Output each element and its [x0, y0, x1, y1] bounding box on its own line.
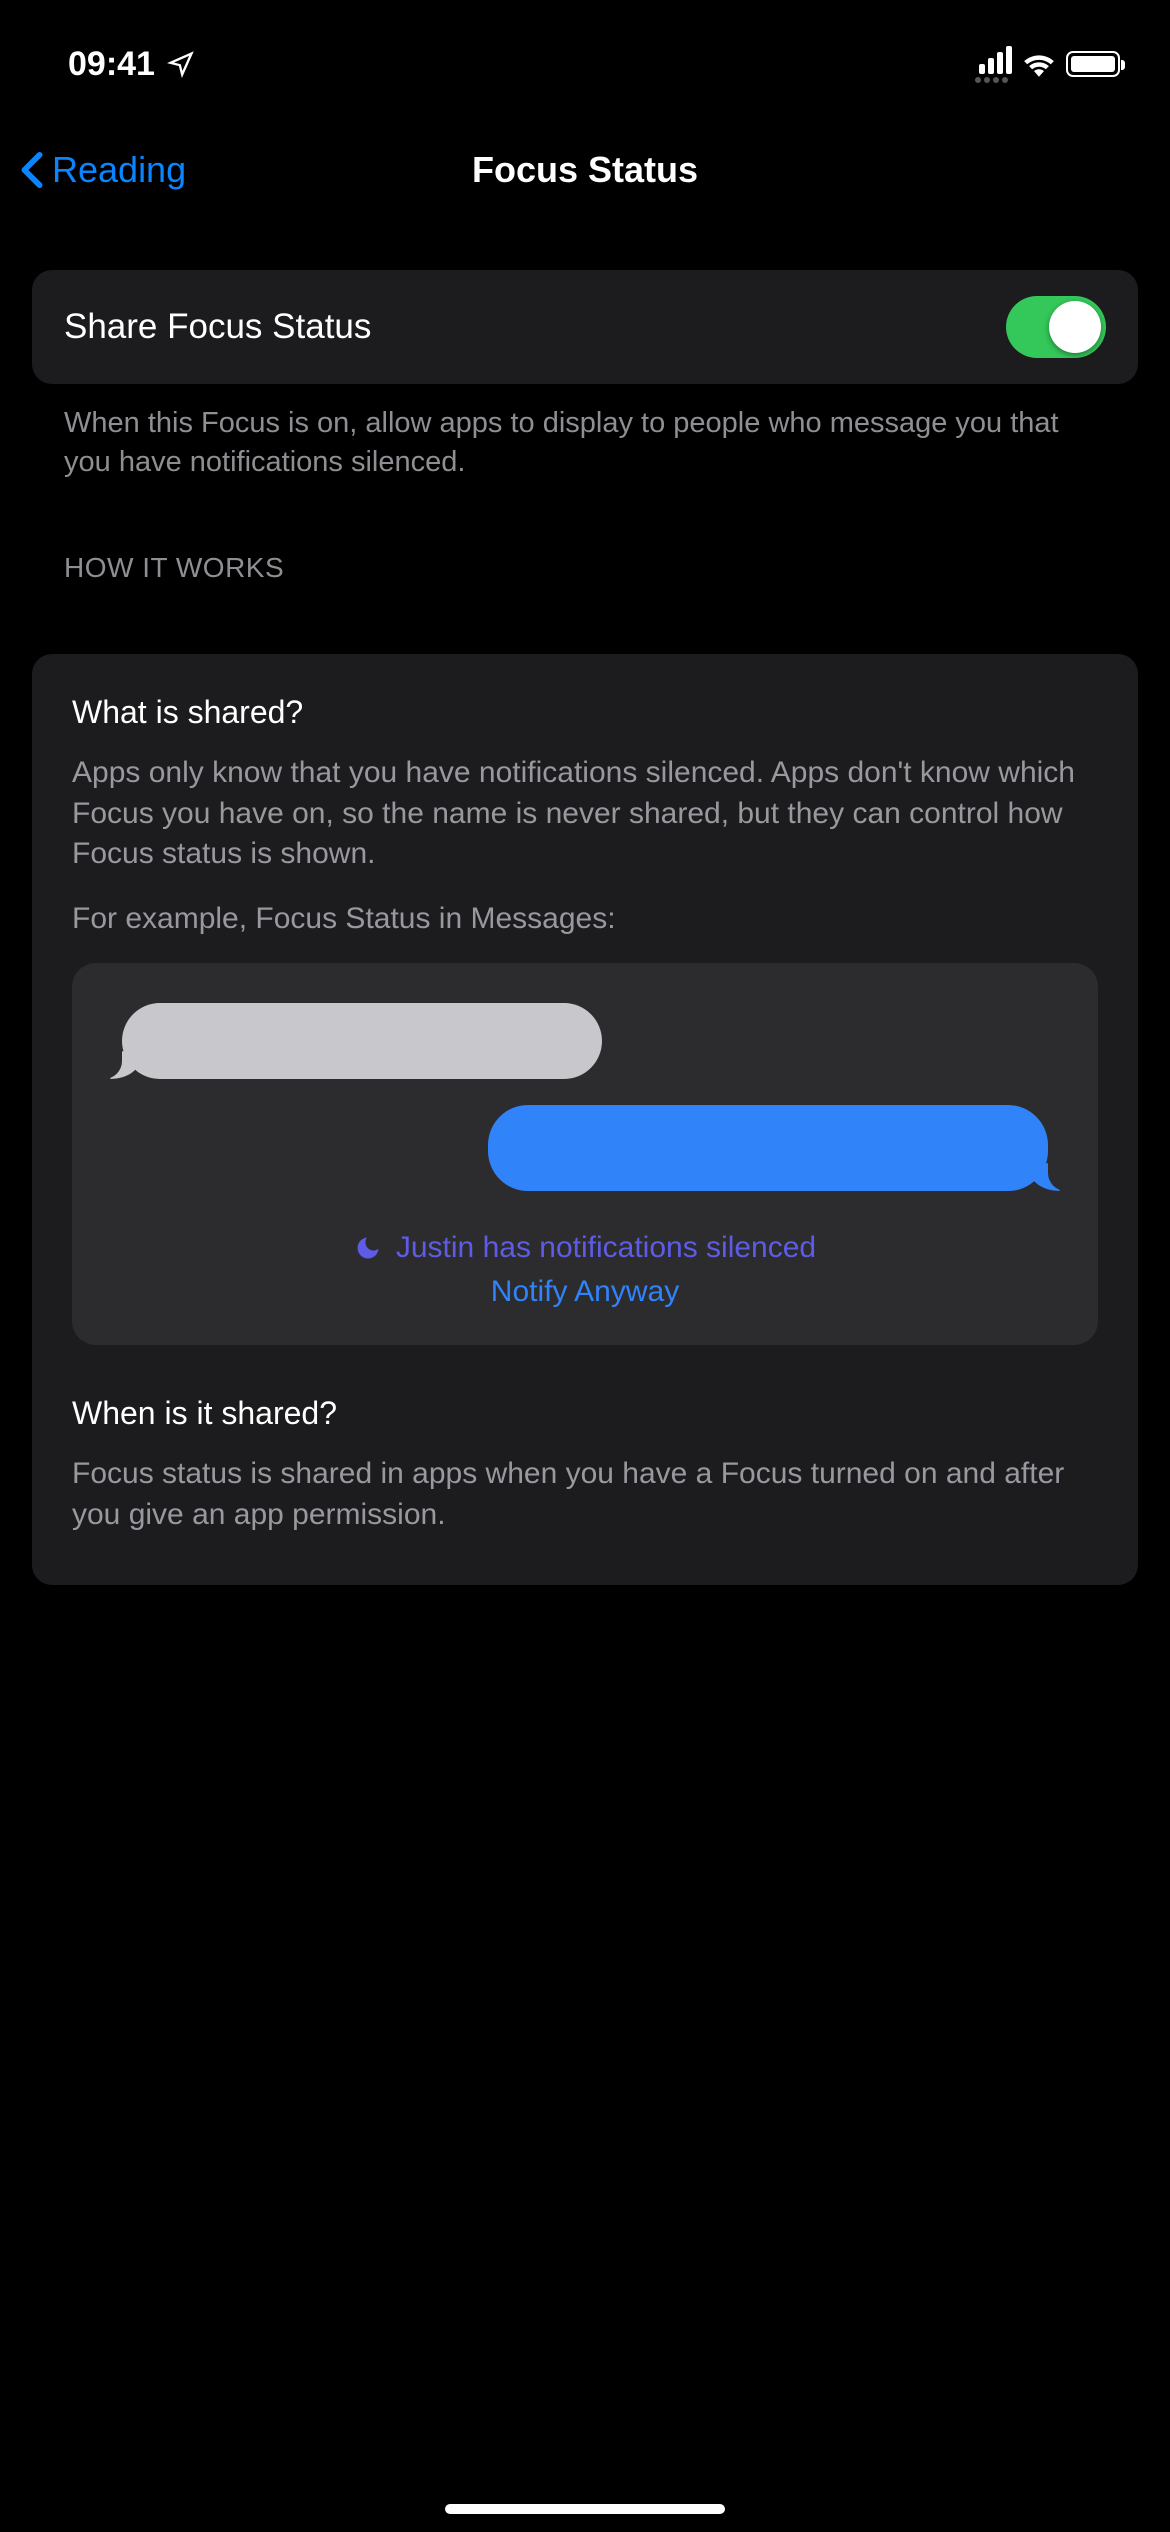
status-bar-left: 09:41 [68, 45, 195, 84]
incoming-message-bubble [122, 1003, 602, 1079]
what-is-shared-body: Apps only know that you have notificatio… [72, 753, 1098, 875]
dual-sim-icon [975, 77, 1008, 83]
wifi-icon [1022, 51, 1056, 77]
location-icon [167, 50, 195, 78]
messages-example: Justin has notifications silenced Notify… [72, 963, 1098, 1345]
silenced-status-row: Justin has notifications silenced [102, 1231, 1068, 1265]
when-is-it-shared-body: Focus status is shared in apps when you … [72, 1454, 1098, 1535]
moon-icon [354, 1234, 382, 1262]
what-is-shared-title: What is shared? [72, 694, 1098, 731]
back-button[interactable]: Reading [20, 149, 186, 191]
notify-anyway-button[interactable]: Notify Anyway [102, 1275, 1068, 1309]
cellular-icon [979, 46, 1012, 74]
silenced-text: Justin has notifications silenced [396, 1231, 816, 1265]
home-indicator[interactable] [445, 2504, 725, 2514]
share-focus-status-cell: Share Focus Status [32, 270, 1138, 384]
status-bar: 09:41 [0, 0, 1170, 100]
share-focus-status-toggle[interactable] [1006, 296, 1106, 358]
how-it-works-header: HOW IT WORKS [32, 482, 1138, 584]
share-focus-status-footer: When this Focus is on, allow apps to dis… [32, 384, 1138, 482]
navigation-bar: Reading Focus Status [0, 120, 1170, 220]
outgoing-message-bubble [488, 1105, 1048, 1191]
battery-icon [1066, 51, 1120, 77]
status-time: 09:41 [68, 45, 155, 84]
how-it-works-card: What is shared? Apps only know that you … [32, 654, 1138, 1585]
share-focus-status-label: Share Focus Status [64, 307, 371, 347]
when-is-it-shared-title: When is it shared? [72, 1395, 1098, 1432]
back-label: Reading [52, 149, 186, 191]
chevron-left-icon [20, 151, 44, 189]
example-intro: For example, Focus Status in Messages: [72, 899, 1098, 940]
status-bar-right [975, 46, 1120, 83]
